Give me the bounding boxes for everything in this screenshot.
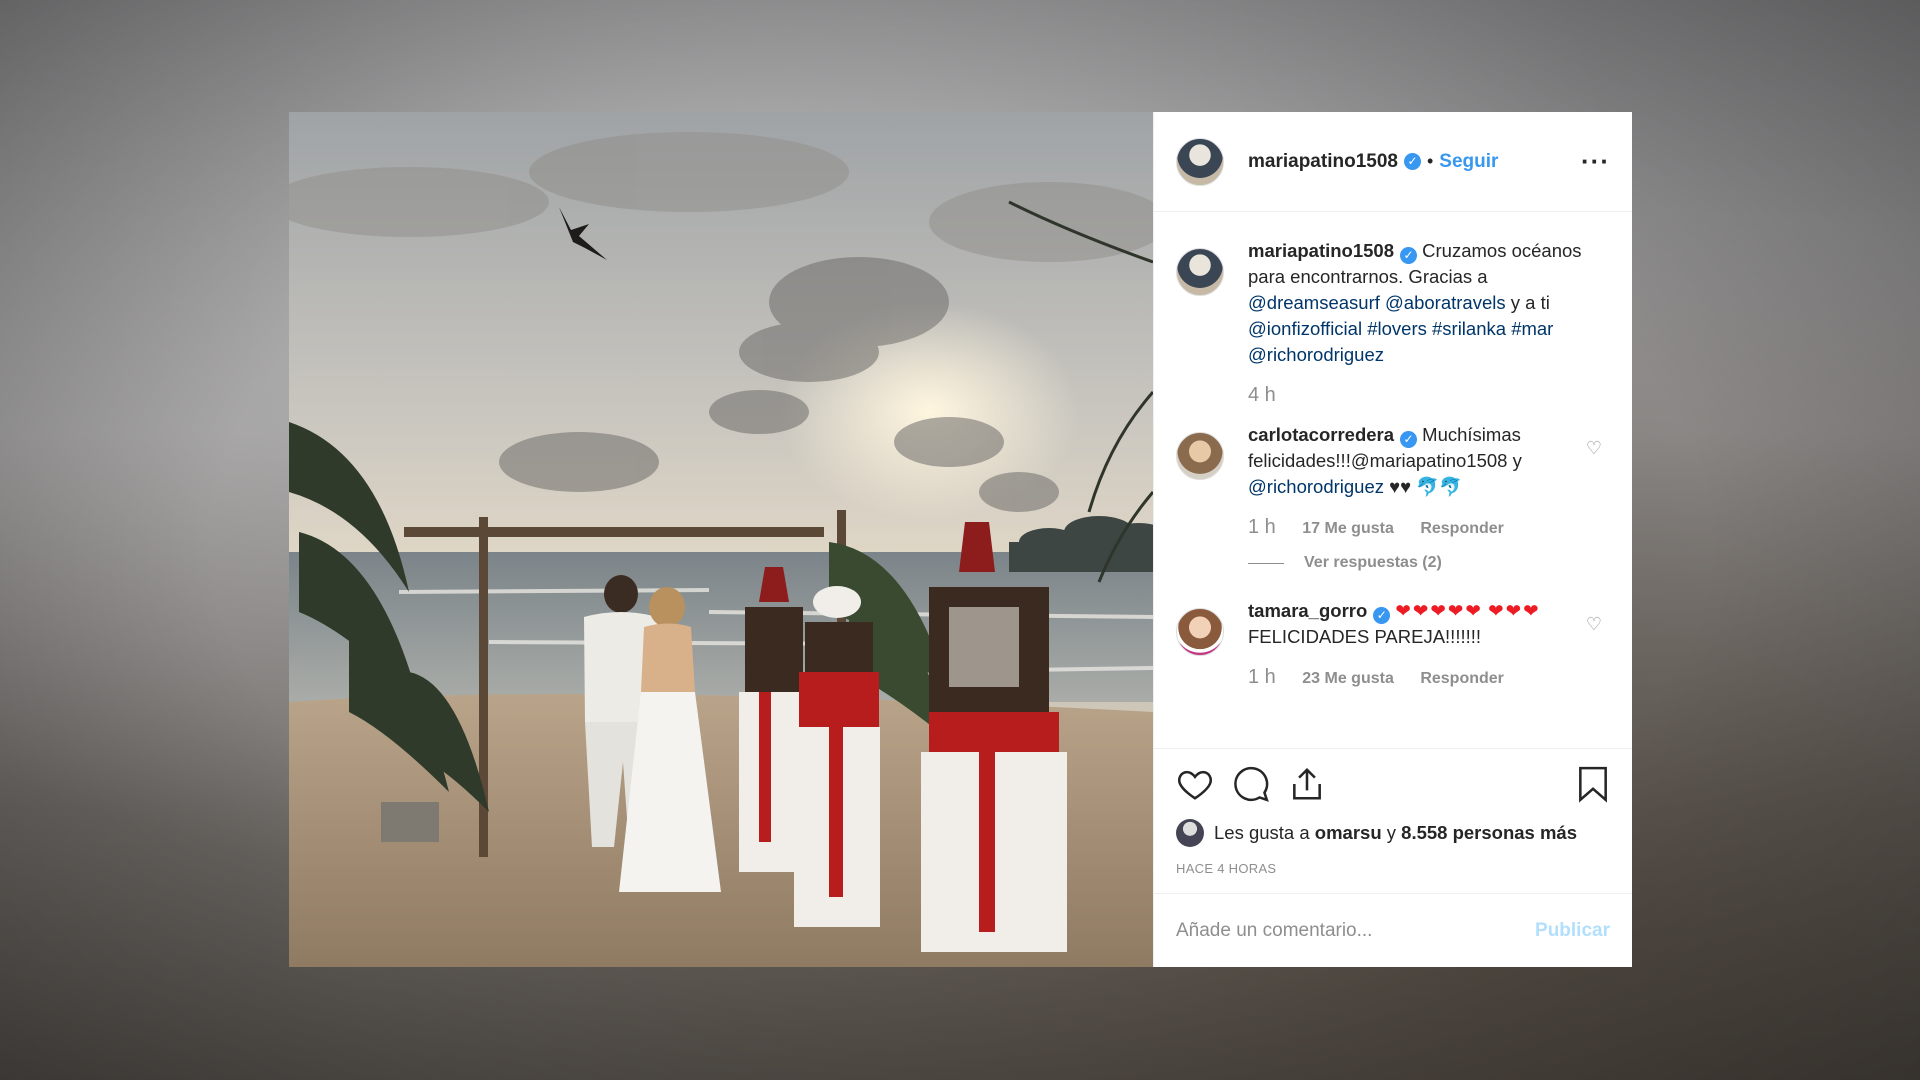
author-username[interactable]: mariapatino1508	[1248, 151, 1398, 173]
author-avatar[interactable]	[1176, 137, 1224, 186]
caption-avatar[interactable]	[1176, 248, 1224, 296]
comment-emoji: ♥♥ 🐬🐬	[1389, 476, 1463, 497]
comment-time: 1 h	[1248, 516, 1276, 538]
heart-emojis: ❤❤❤❤❤	[1395, 600, 1483, 621]
comment-meta: 1 h 17 Me gusta Responder	[1248, 514, 1610, 542]
mention-aboratravels[interactable]: @aboratravels	[1385, 292, 1506, 313]
view-replies[interactable]: Ver respuestas (2)	[1248, 550, 1610, 576]
heart-emojis: ❤❤❤	[1488, 600, 1541, 621]
caption-meta: 4 h	[1248, 382, 1610, 410]
comment-meta: 1 h 23 Me gusta Responder	[1248, 664, 1610, 692]
mention-dreamseasurf[interactable]: @dreamseasurf	[1248, 292, 1380, 313]
verified-badge-icon: ✓	[1400, 431, 1418, 448]
heart-icon[interactable]	[1176, 765, 1214, 803]
comment-input[interactable]: Añade un comentario...	[1176, 920, 1372, 942]
comment-likes-count[interactable]: 17 Me gusta	[1302, 520, 1394, 537]
caption-text: mariapatino1508 ✓ Cruzamos océanos para e…	[1248, 238, 1610, 410]
hashtag-srilanka[interactable]: #srilanka	[1432, 318, 1506, 339]
more-options-icon[interactable]: ···	[1581, 146, 1610, 177]
post-sidebar: mariapatino1508 ✓ • Seguir ··· mariapati…	[1153, 112, 1632, 967]
post-time-ago: HACE 4 HORAS	[1176, 861, 1277, 876]
reply-button[interactable]: Responder	[1420, 670, 1504, 687]
separator-dot: •	[1426, 151, 1434, 171]
comment-avatar[interactable]	[1176, 432, 1224, 480]
likes-and: y	[1386, 822, 1397, 843]
comment-like-heart-icon[interactable]: ♡	[1586, 438, 1602, 459]
post-header: mariapatino1508 ✓ • Seguir ···	[1154, 112, 1632, 212]
comment-item: tamara_gorro ✓ ❤❤❤❤❤ ❤❤❤ FELICIDADES PARE…	[1176, 598, 1610, 692]
post-photo[interactable]	[289, 112, 1153, 967]
comment-body: FELICIDADES PAREJA!!!!!!!	[1248, 626, 1482, 647]
likes-count[interactable]: 8.558 personas más	[1401, 822, 1577, 844]
comment-likes-count[interactable]: 23 Me gusta	[1302, 670, 1394, 687]
author-info: mariapatino1508 ✓ • Seguir	[1248, 151, 1498, 173]
comment-like-heart-icon[interactable]: ♡	[1586, 614, 1602, 635]
caption: mariapatino1508 ✓ Cruzamos océanos para e…	[1176, 238, 1610, 410]
likes-prefix: Les gusta a	[1214, 822, 1310, 843]
bookmark-icon[interactable]	[1576, 765, 1610, 803]
hashtag-lovers[interactable]: #lovers	[1367, 318, 1427, 339]
comment-time: 1 h	[1248, 666, 1276, 688]
verified-badge-icon: ✓	[1373, 607, 1391, 624]
add-comment-bar: Añade un comentario... Publicar	[1154, 893, 1632, 967]
caption-text-2: y a ti	[1510, 292, 1550, 313]
publish-button[interactable]: Publicar	[1535, 920, 1610, 942]
hashtag-mar[interactable]: #mar	[1511, 318, 1553, 339]
follow-button[interactable]: Seguir	[1439, 151, 1498, 173]
comments-list[interactable]: mariapatino1508 ✓ Cruzamos océanos para e…	[1154, 212, 1632, 748]
mention-richorodriguez[interactable]: @richorodriguez	[1248, 476, 1384, 497]
mention-richorodriguez[interactable]: @richorodriguez	[1248, 344, 1384, 365]
caption-time: 4 h	[1248, 384, 1276, 406]
post-actions: Les gusta a omarsu y 8.558 personas más …	[1154, 748, 1632, 893]
replies-divider	[1248, 562, 1284, 564]
comment-text: tamara_gorro ✓ ❤❤❤❤❤ ❤❤❤ FELICIDADES PARE…	[1248, 598, 1610, 692]
wedding-beach-photo	[289, 112, 1153, 967]
view-replies-label[interactable]: Ver respuestas (2)	[1304, 550, 1442, 576]
likes-summary[interactable]: Les gusta a omarsu y 8.558 personas más	[1176, 819, 1610, 847]
comment-avatar[interactable]	[1176, 608, 1224, 656]
share-icon[interactable]	[1288, 765, 1326, 803]
comment-username[interactable]: tamara_gorro	[1248, 600, 1367, 621]
liker-avatar	[1176, 819, 1204, 847]
instagram-post: mariapatino1508 ✓ • Seguir ··· mariapati…	[289, 112, 1632, 967]
caption-username[interactable]: mariapatino1508	[1248, 240, 1394, 261]
mention-ionfizofficial[interactable]: @ionfizofficial	[1248, 318, 1362, 339]
comment-username[interactable]: carlotacorredera	[1248, 424, 1394, 445]
verified-badge-icon: ✓	[1400, 247, 1418, 264]
comment-text: carlotacorredera ✓ Muchísimas felicidades…	[1248, 422, 1610, 576]
action-icons	[1176, 761, 1610, 807]
verified-badge-icon: ✓	[1403, 153, 1421, 170]
comment-item: carlotacorredera ✓ Muchísimas felicidades…	[1176, 422, 1610, 576]
comment-icon[interactable]	[1232, 765, 1270, 803]
reply-button[interactable]: Responder	[1420, 520, 1504, 537]
liker-username[interactable]: omarsu	[1315, 822, 1382, 844]
